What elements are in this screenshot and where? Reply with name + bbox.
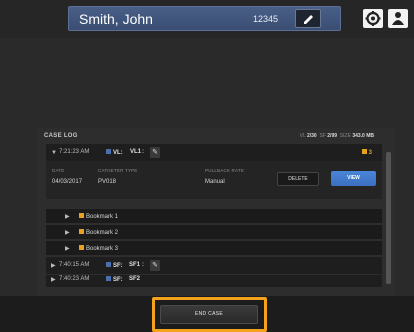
sf-value: 2/99 [327,133,338,139]
bookmark-label: Bookmark 3 [79,245,118,252]
pencil-icon [304,15,313,24]
bookmark-icon [79,229,84,234]
view-button[interactable]: VIEW [331,171,376,186]
edit-patient-button[interactable] [295,9,321,28]
sf-tag-icon [106,276,111,281]
top-bar: Smith, John 12345 [0,0,414,38]
bookmark-count: 3 [361,149,372,156]
gear-icon [365,11,381,26]
settings-button[interactable] [363,9,383,28]
user-icon [392,12,404,25]
sf-tag-icon [106,262,111,267]
tag-text: SF [113,277,121,283]
date-value: 04/03/2017 [52,179,83,185]
end-case-button[interactable]: END CASE [160,305,258,324]
run-subtag: SF1 [129,262,141,268]
expand-caret-icon[interactable]: ▶ [65,213,70,220]
case-row[interactable]: ▶ 7:40:15 AM SF: SF1 : ✎ [46,257,382,274]
bookmark-row[interactable]: ▶ Bookmark 2 [46,224,382,239]
vl-value: 2/30 [306,133,317,139]
bookmark-row[interactable]: ▶ Bookmark 1 [46,208,382,223]
patient-banner[interactable]: Smith, John 12345 [68,6,341,31]
bookmark-text: Bookmark 3 [86,246,119,252]
bookmark-icon [361,149,367,154]
date-label: DATE [52,168,65,173]
bookmark-label: Bookmark 2 [79,229,118,236]
bookmark-icon [79,213,84,218]
case-time: 7:21:23 AM [59,149,90,155]
size-value: 343.0 MB [352,133,374,139]
pencil-icon[interactable]: ✎ [150,147,160,158]
pullback-value: Manual [205,179,225,185]
collapse-caret-icon[interactable]: ▼ [51,150,57,156]
user-button[interactable] [388,9,408,28]
vl-tag-icon [106,149,111,154]
bookmark-count-value: 3 [368,150,372,156]
vl-label: VL [299,133,306,139]
expand-caret-icon[interactable]: ▶ [65,245,70,252]
delete-button[interactable]: DELETE [277,172,319,186]
tag-colon: : [142,262,144,268]
bookmark-text: Bookmark 2 [86,230,119,236]
tag-text: SF [113,263,121,269]
run-subtag: SF2 [129,276,141,282]
pullback-label: PULLBACK RATE [205,168,245,173]
expand-caret-icon[interactable]: ▶ [65,229,70,236]
bookmark-label: Bookmark 1 [79,213,118,220]
catheter-value: PV018 [98,179,117,185]
case-row[interactable]: ▼ 7:21:23 AM VL: VL1 : ✎ 3 [46,144,382,162]
run-tag: SF: [106,262,123,269]
bookmark-icon [79,245,84,250]
case-details: DATE 04/03/2017 CATHETER TYPE PV018 PULL… [46,161,382,199]
bookmark-row[interactable]: ▶ Bookmark 3 [46,240,382,255]
patient-id: 12345 [253,14,279,24]
case-log-panel: CASE LOG VL 2/30 SF 2/99 SIZE 343.0 MB ▼… [38,128,394,296]
sf-label: SF [319,133,326,139]
expand-caret-icon[interactable]: ▶ [51,276,56,283]
patient-name: Smith, John [79,11,153,27]
size-label: SIZE [339,133,351,139]
run-subtag: VL1 [130,149,142,155]
case-row[interactable]: ▶ 7:40:23 AM SF: SF2 [46,275,382,287]
case-time: 7:40:23 AM [59,276,90,282]
bookmark-text: Bookmark 1 [86,214,119,220]
tag-text: VL [113,150,121,156]
case-log-stats: VL 2/30 SF 2/99 SIZE 343.0 MB [300,133,374,139]
catheter-label: CATHETER TYPE [98,168,138,173]
expand-caret-icon[interactable]: ▶ [51,262,56,269]
run-tag: VL: [106,149,123,156]
tag-colon: : [142,149,144,155]
run-tag: SF: [106,276,123,283]
case-log-title: CASE LOG [44,133,78,139]
case-log-scrollbar[interactable] [386,152,391,284]
pencil-icon[interactable]: ✎ [150,260,160,271]
case-time: 7:40:15 AM [59,262,90,268]
